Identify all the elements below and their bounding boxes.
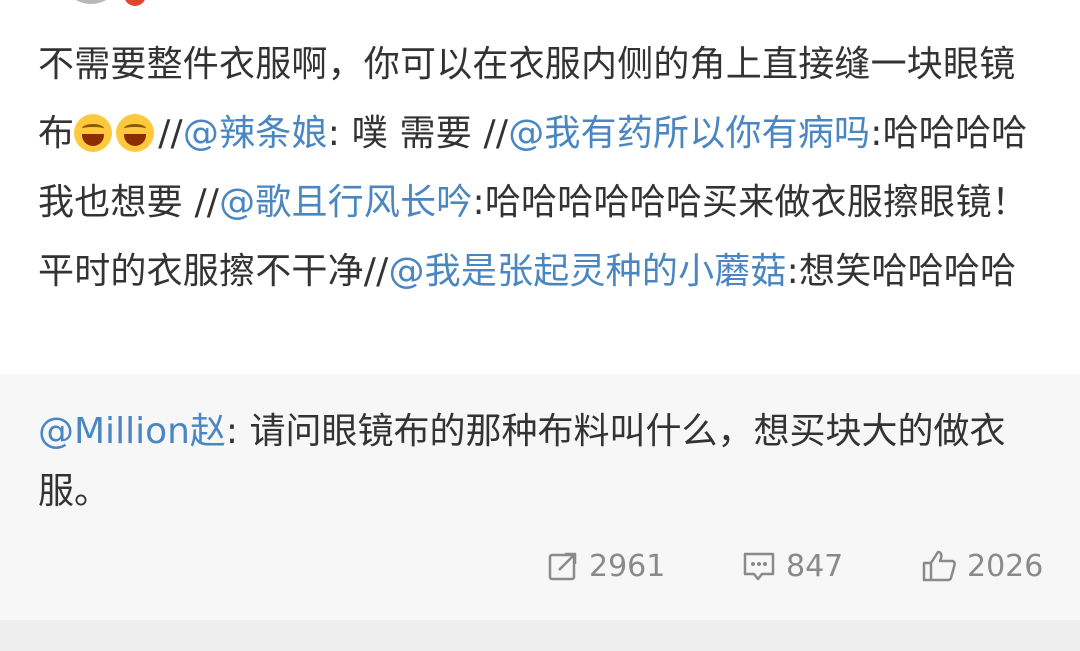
verified-badge <box>124 0 146 6</box>
comment-button[interactable]: 847 <box>742 548 843 584</box>
mention-link[interactable]: @我是张起灵种的小蘑菇 <box>388 251 786 292</box>
original-post-box[interactable]: @Million赵: 请问眼镜布的那种布料叫什么，想买块大的做衣服。 2961 … <box>0 374 1080 620</box>
post-text: :想笑哈哈哈哈 <box>786 251 1017 292</box>
post-text: : 噗 需要 // <box>327 113 509 154</box>
mention-link[interactable]: @Million赵 <box>38 411 226 452</box>
repost-button[interactable]: 2961 <box>547 548 665 584</box>
post-stats: 2961 847 2026 <box>0 548 1080 584</box>
repost-separator: // <box>158 113 183 154</box>
like-button[interactable]: 2026 <box>921 548 1043 584</box>
comment-count: 847 <box>786 548 844 584</box>
mention-link[interactable]: @歌且行风长吟 <box>219 182 472 223</box>
repost-icon <box>548 552 577 581</box>
repost-count: 2961 <box>589 548 666 584</box>
avatar[interactable] <box>60 0 122 4</box>
laugh-cry-emoji-icon <box>74 114 113 152</box>
laugh-cry-emoji-icon <box>116 114 155 152</box>
like-count: 2026 <box>967 548 1044 584</box>
avatar-strip <box>60 0 150 6</box>
thumbs-up-icon <box>922 550 956 582</box>
feed-divider <box>0 620 1080 651</box>
comment-icon <box>743 552 775 581</box>
post-body: 不需要整件衣服啊，你可以在衣服内侧的角上直接缝一块眼镜布//@辣条娘: 噗 需要… <box>38 30 1048 306</box>
mention-link[interactable]: @辣条娘 <box>183 113 328 154</box>
original-post-text: @Million赵: 请问眼镜布的那种布料叫什么，想买块大的做衣服。 <box>38 402 1038 522</box>
mention-link[interactable]: @我有药所以你有病吗 <box>508 113 870 154</box>
